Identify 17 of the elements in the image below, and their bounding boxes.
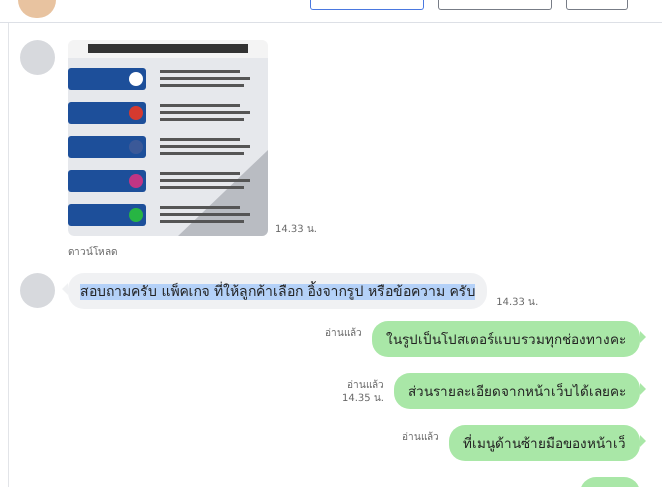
- read-status: อ่านแล้ว: [347, 379, 384, 392]
- message-text: ส่วนรายละเอียดจากหน้าเว็บได้เลยคะ: [408, 384, 626, 400]
- read-status: อ่านแล้ว: [325, 327, 362, 340]
- download-link[interactable]: ดาวน์โหลด: [68, 244, 317, 259]
- avatar: [20, 273, 55, 308]
- avatar: [20, 40, 55, 75]
- header-button[interactable]: [438, 0, 552, 10]
- message-time: 14.33 น.: [275, 223, 317, 236]
- header-button[interactable]: [310, 0, 424, 10]
- read-status: อ่านแล้ว: [402, 431, 439, 444]
- message-text: ในรูปเป็นโปสเตอร์แบบรวมทุกช่องทางคะ: [386, 332, 626, 348]
- message-time: 14.35 น.: [342, 392, 384, 405]
- message-time: 14.33 น.: [496, 296, 538, 309]
- message-text: ที่เมนูด้านซ้ายมือของหน้าเว็: [463, 436, 626, 452]
- avatar: [18, 0, 56, 18]
- poster-image[interactable]: [68, 40, 268, 236]
- header-button[interactable]: [566, 0, 628, 10]
